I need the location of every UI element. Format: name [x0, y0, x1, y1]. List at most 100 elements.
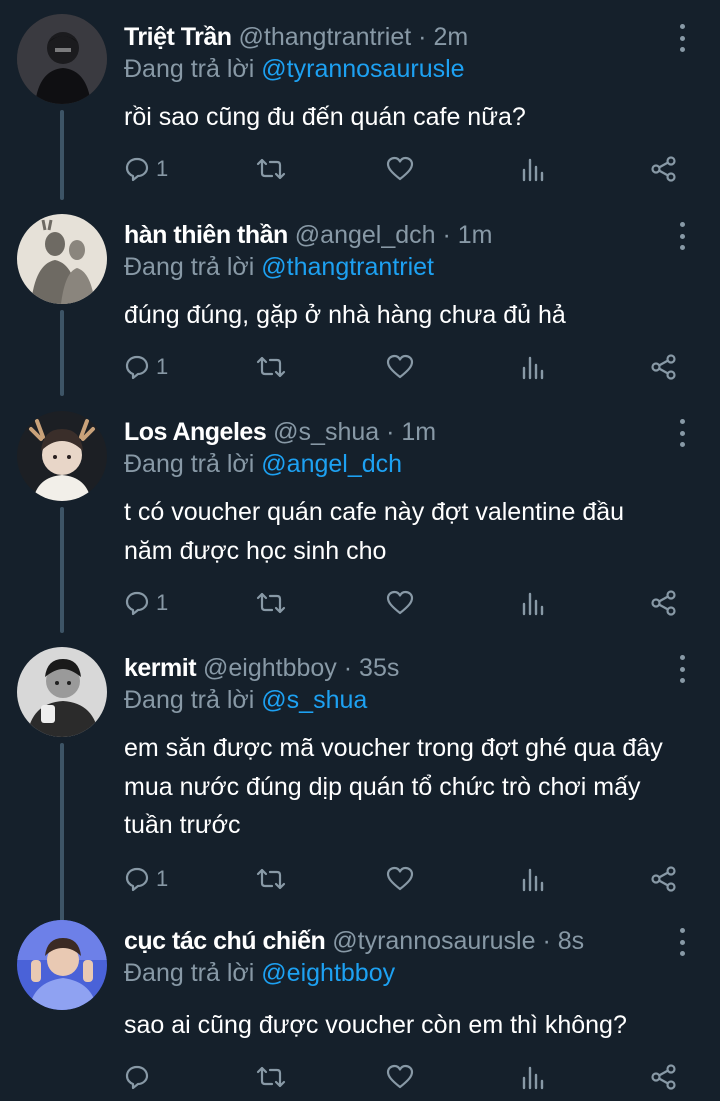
like-button[interactable]	[386, 864, 414, 894]
user-handle[interactable]: @s_shua	[273, 418, 379, 446]
tweet[interactable]: cục tác chú chiến @tyrannosaurusle · 8s …	[0, 920, 720, 1100]
reply-button[interactable]: 1	[124, 588, 168, 618]
timestamp: 8s	[557, 927, 585, 955]
avatar[interactable]	[17, 14, 107, 104]
replying-to-label: Đang trả lời	[124, 959, 255, 987]
share-icon	[650, 353, 678, 381]
separator-dot: ·	[386, 418, 395, 446]
analytics-bar-icon	[520, 354, 546, 380]
share-button[interactable]	[650, 154, 678, 184]
reply-button[interactable]: 1	[124, 864, 168, 894]
tweet-header: kermit @eightbboy · 35s	[124, 653, 399, 683]
retweet-button[interactable]	[256, 588, 286, 618]
avatar[interactable]	[17, 411, 107, 501]
analytics-button[interactable]	[520, 352, 546, 382]
more-vertical-icon[interactable]	[677, 24, 687, 52]
retweet-button[interactable]	[256, 154, 286, 184]
heart-icon	[386, 590, 414, 616]
display-name[interactable]: cục tác chú chiến	[124, 927, 326, 955]
heart-icon	[386, 156, 414, 182]
share-icon	[650, 155, 678, 183]
tweet-text-line: tuần trước	[124, 811, 241, 839]
analytics-button[interactable]	[520, 864, 546, 894]
analytics-button[interactable]	[520, 1062, 546, 1092]
user-handle[interactable]: @tyrannosaurusle	[332, 927, 535, 955]
tweet[interactable]: Los Angeles @s_shua · 1m Đang trả lời @a…	[0, 411, 720, 633]
display-name[interactable]: hàn thiên thần	[124, 221, 288, 249]
replying-to: Đang trả lời @tyrannosaurusle	[124, 54, 465, 84]
analytics-bar-icon	[520, 590, 546, 616]
avatar[interactable]	[17, 214, 107, 304]
avatar[interactable]	[17, 647, 107, 737]
reply-bubble-icon	[124, 1064, 150, 1090]
analytics-button[interactable]	[520, 588, 546, 618]
analytics-bar-icon	[520, 866, 546, 892]
user-handle[interactable]: @angel_dch	[295, 221, 436, 249]
analytics-bar-icon	[520, 156, 546, 182]
reply-count: 1	[156, 590, 169, 615]
replying-to-handle[interactable]: @thangtrantriet	[261, 253, 434, 281]
reply-button[interactable]	[124, 1062, 156, 1092]
analytics-bar-icon	[520, 1064, 546, 1090]
analytics-button[interactable]	[520, 154, 546, 184]
timestamp: 1m	[457, 221, 493, 249]
tweet-text: sao ai cũng được voucher còn em thì khôn…	[124, 1006, 694, 1045]
share-button[interactable]	[650, 864, 678, 894]
action-bar: 1	[124, 864, 684, 894]
reply-button[interactable]: 1	[124, 154, 168, 184]
tweet-text-line: mua nước đúng dịp quán tổ chức trò chơi …	[124, 772, 641, 801]
retweet-icon	[256, 866, 286, 892]
user-handle[interactable]: @eightbboy	[203, 654, 337, 682]
action-bar	[124, 1062, 684, 1092]
replying-to-label: Đang trả lời	[124, 686, 255, 714]
like-button[interactable]	[386, 1062, 414, 1092]
separator-dot: ·	[542, 927, 551, 955]
replying-to-handle[interactable]: @s_shua	[261, 686, 367, 714]
share-icon	[650, 865, 678, 893]
more-vertical-icon[interactable]	[677, 419, 687, 447]
more-vertical-icon[interactable]	[677, 928, 687, 956]
tweet[interactable]: kermit @eightbboy · 35s Đang trả lời @s_…	[0, 647, 720, 925]
tweet[interactable]: hàn thiên thần @angel_dch · 1m Đang trả …	[0, 214, 720, 396]
like-button[interactable]	[386, 588, 414, 618]
tweet-text: đúng đúng, gặp ở nhà hàng chưa đủ hả	[124, 296, 694, 335]
display-name[interactable]: Los Angeles	[124, 418, 267, 446]
display-name[interactable]: Triệt Trần	[124, 23, 232, 51]
tweet-header: Los Angeles @s_shua · 1m	[124, 417, 436, 447]
display-name[interactable]: kermit	[124, 654, 197, 682]
retweet-button[interactable]	[256, 352, 286, 382]
avatar[interactable]	[17, 920, 107, 1010]
like-button[interactable]	[386, 352, 414, 382]
tweet-text-line: t có voucher quán cafe này đợt valentine…	[124, 498, 625, 526]
action-bar: 1	[124, 588, 684, 618]
reply-button[interactable]: 1	[124, 352, 168, 382]
tweet-text-line: rồi sao cũng đu đến quán cafe nữa?	[124, 103, 526, 131]
replying-to: Đang trả lời @eightbboy	[124, 958, 395, 988]
reply-count: 1	[156, 866, 169, 891]
more-vertical-icon[interactable]	[677, 222, 687, 250]
heart-icon	[386, 1064, 414, 1090]
retweet-button[interactable]	[256, 1062, 286, 1092]
retweet-icon	[256, 354, 286, 380]
thread-line	[60, 507, 64, 633]
replying-to-handle[interactable]: @eightbboy	[261, 959, 395, 987]
reply-bubble-icon	[124, 354, 150, 380]
separator-dot: ·	[442, 221, 451, 249]
share-button[interactable]	[650, 588, 678, 618]
user-handle[interactable]: @thangtrantriet	[239, 23, 412, 51]
replying-to-label: Đang trả lời	[124, 253, 255, 281]
timestamp: 35s	[359, 654, 400, 682]
tweet-text-line: em săn được mã voucher trong đợt ghé qua…	[124, 734, 663, 762]
like-button[interactable]	[386, 154, 414, 184]
more-vertical-icon[interactable]	[677, 655, 687, 683]
retweet-button[interactable]	[256, 864, 286, 894]
reply-count: 1	[156, 354, 169, 379]
thread-line	[60, 110, 64, 200]
replying-to-handle[interactable]: @angel_dch	[261, 450, 402, 478]
replying-to: Đang trả lời @thangtrantriet	[124, 252, 434, 282]
share-button[interactable]	[650, 352, 678, 382]
tweet[interactable]: Triệt Trần @thangtrantriet · 2m Đang trả…	[0, 14, 720, 200]
share-button[interactable]	[650, 1062, 678, 1092]
replying-to-handle[interactable]: @tyrannosaurusle	[261, 55, 464, 83]
action-bar: 1	[124, 352, 684, 382]
